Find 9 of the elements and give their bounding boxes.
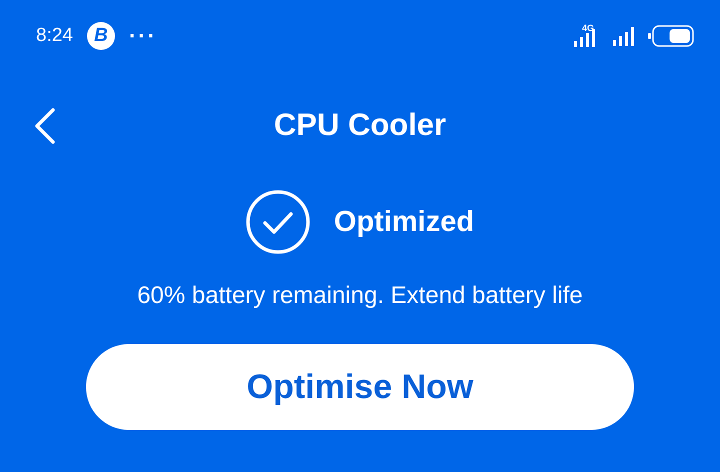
app-notification-icon: B <box>86 22 115 50</box>
status-label: Optimized <box>334 206 474 238</box>
more-notifications: ··· <box>128 23 157 49</box>
check-circle-icon <box>246 190 310 254</box>
page-title: CPU Cooler <box>274 107 446 143</box>
battery-icon <box>648 25 694 47</box>
status-time: 8:24 <box>36 25 73 47</box>
optimise-button[interactable]: Optimise Now <box>86 344 634 430</box>
battery-message: 60% battery remaining. Extend battery life <box>136 282 584 310</box>
